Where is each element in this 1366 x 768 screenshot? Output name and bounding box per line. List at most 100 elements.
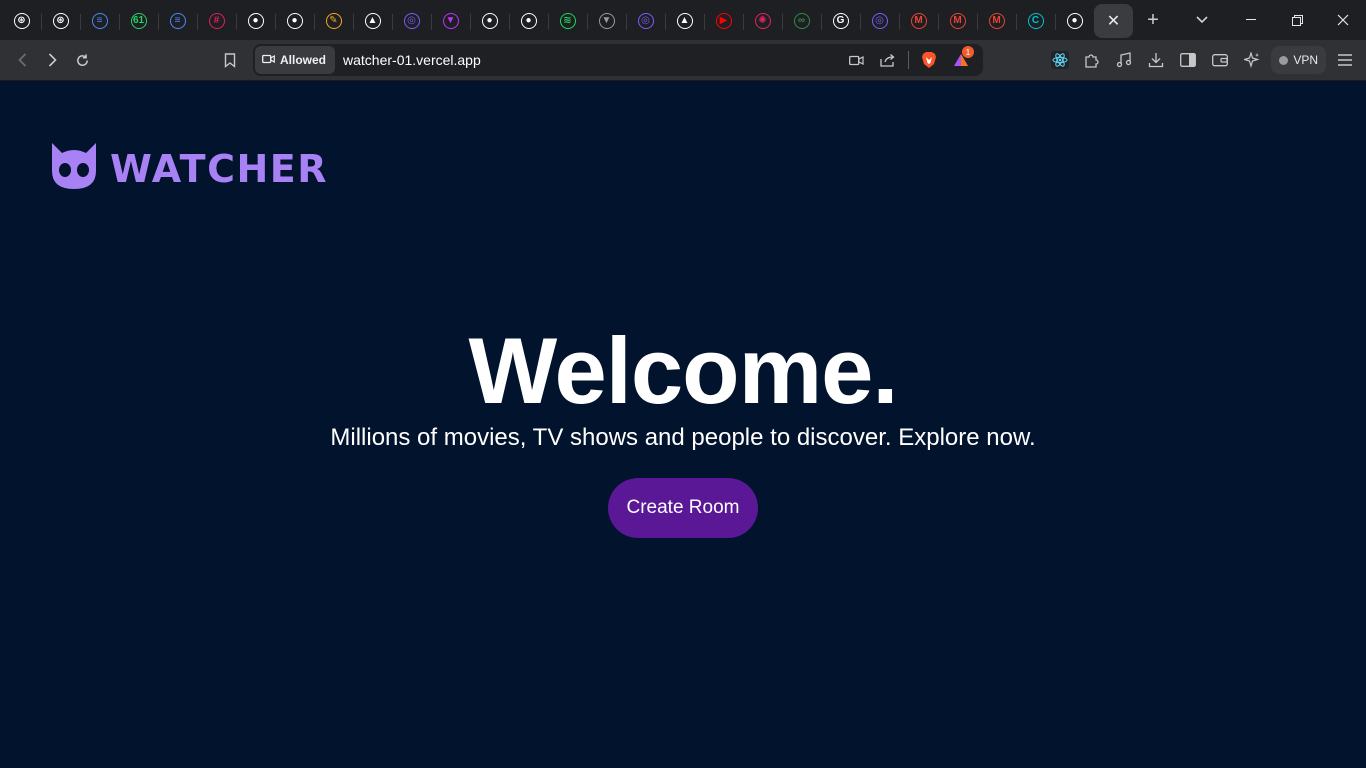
browser-tab[interactable]: ◎: [860, 4, 900, 38]
browser-tab[interactable]: ✎: [314, 4, 354, 38]
close-tab-icon[interactable]: ✕: [1107, 11, 1120, 31]
vite-icon: ▼: [442, 13, 459, 29]
back-button[interactable]: [7, 45, 37, 75]
brand-logo[interactable]: WATCHER: [50, 141, 328, 196]
react-icon: ✺: [754, 13, 771, 29]
browser-tab[interactable]: ●: [236, 4, 276, 38]
leo-ai-sparkle-icon[interactable]: [1237, 45, 1267, 75]
slack-icon: #: [208, 13, 225, 29]
browser-tab[interactable]: ◎: [626, 4, 666, 38]
camera-in-use-icon[interactable]: [842, 46, 870, 74]
browser-tab[interactable]: ●: [1055, 4, 1095, 38]
gmail-icon: M: [910, 13, 927, 29]
camera-icon: [262, 53, 275, 67]
browser-tab[interactable]: ▲: [665, 4, 705, 38]
browser-tab[interactable]: ●: [470, 4, 510, 38]
browser-tab[interactable]: ✺: [743, 4, 783, 38]
sidebar-toggle-icon[interactable]: [1173, 45, 1203, 75]
vercel-icon: ▲: [676, 13, 693, 29]
github-icon: ●: [520, 13, 537, 29]
github-icon: ●: [286, 13, 303, 29]
app-icon: ◎: [871, 13, 888, 29]
browser-tab[interactable]: ◎: [392, 4, 432, 38]
browser-tab[interactable]: ∞: [782, 4, 822, 38]
docs-icon: ≡: [91, 13, 108, 29]
gmail-icon: M: [988, 13, 1005, 29]
vpn-button[interactable]: VPN: [1271, 46, 1326, 74]
google-icon: G: [832, 13, 849, 29]
hero-subtitle: Millions of movies, TV shows and people …: [330, 424, 1036, 451]
browser-tab[interactable]: ▲: [353, 4, 393, 38]
browser-tab[interactable]: M: [899, 4, 939, 38]
browser-tab[interactable]: #: [197, 4, 237, 38]
hero-section: Welcome. Millions of movies, TV shows an…: [0, 321, 1366, 452]
download-icon[interactable]: [1141, 45, 1171, 75]
spotify-icon: ≋: [559, 13, 576, 29]
restore-button[interactable]: [1274, 0, 1320, 40]
browser-tab[interactable]: ≡: [158, 4, 198, 38]
toolbar-right: VPN: [1045, 40, 1360, 80]
browser-tab[interactable]: ⊛: [2, 4, 42, 38]
forward-button[interactable]: [37, 45, 67, 75]
url-text[interactable]: watcher-01.vercel.app: [343, 52, 481, 68]
vpn-label: VPN: [1293, 53, 1318, 67]
browser-tab[interactable]: ⊛: [41, 4, 81, 38]
vercel-icon: ▲: [364, 13, 381, 29]
vite-icon: ▼: [598, 13, 615, 29]
github-icon: ●: [247, 13, 264, 29]
browser-tab[interactable]: ▶: [704, 4, 744, 38]
separator: [908, 51, 909, 69]
brand-name: WATCHER: [110, 146, 328, 191]
openai-icon: ⊛: [52, 13, 69, 29]
vpn-status-dot: [1279, 55, 1289, 65]
share-icon[interactable]: [874, 46, 902, 74]
openai-icon: ⊛: [13, 13, 30, 29]
brave-rewards-icon[interactable]: 1: [947, 46, 975, 74]
browser-tab[interactable]: ●: [275, 4, 315, 38]
browser-tab[interactable]: ▼: [587, 4, 627, 38]
canva-icon: C: [1027, 13, 1044, 29]
minimize-button[interactable]: [1228, 0, 1274, 40]
create-room-button[interactable]: Create Room: [608, 478, 758, 538]
bookmark-button[interactable]: [215, 45, 245, 75]
browser-tab[interactable]: M: [938, 4, 978, 38]
app-icon: ◎: [403, 13, 420, 29]
hero-title: Welcome.: [468, 318, 898, 423]
permission-label: Allowed: [280, 53, 327, 67]
whatsapp-icon: 61: [130, 13, 147, 29]
devil-mask-logo-icon: [50, 141, 98, 196]
address-bar[interactable]: Allowed watcher-01.vercel.app 1: [253, 44, 983, 76]
menu-hamburger-icon[interactable]: [1330, 45, 1360, 75]
browser-tab[interactable]: ▼: [431, 4, 471, 38]
browser-tab[interactable]: M: [977, 4, 1017, 38]
rewards-badge: 1: [962, 46, 974, 58]
tab-strip: ⊛ ⊛ ≡ 61 ≡ # ● ● ✎ ▲ ◎ ▼ ● ● ≋ ▼ ◎ ▲ ▶ ✺ ∞ G ◎ M M M C ● ✕ +: [0, 0, 1366, 40]
browser-tab[interactable]: 61: [119, 4, 159, 38]
media-music-icon[interactable]: [1109, 45, 1139, 75]
active-browser-tab[interactable]: ✕: [1094, 4, 1133, 38]
close-window-button[interactable]: [1320, 0, 1366, 40]
page-content: WATCHER Welcome. Millions of movies, TV …: [0, 81, 1366, 768]
reload-button[interactable]: [67, 45, 97, 75]
tab-list: ⊛ ⊛ ≡ 61 ≡ # ● ● ✎ ▲ ◎ ▼ ● ● ≋ ▼ ◎ ▲ ▶ ✺ ∞ G ◎ M M M C ● ✕: [0, 0, 1133, 40]
browser-tab[interactable]: C: [1016, 4, 1056, 38]
brave-shields-icon[interactable]: [915, 46, 943, 74]
browser-tab[interactable]: ≋: [548, 4, 588, 38]
tab-search-chevron-icon[interactable]: [1182, 0, 1222, 40]
wallet-icon[interactable]: [1205, 45, 1235, 75]
browser-toolbar: Allowed watcher-01.vercel.app 1 VPN: [0, 40, 1366, 81]
browser-tab[interactable]: ●: [509, 4, 549, 38]
window-controls: [1182, 0, 1366, 40]
browser-tab[interactable]: G: [821, 4, 861, 38]
extensions-puzzle-icon[interactable]: [1077, 45, 1107, 75]
new-tab-button[interactable]: +: [1135, 3, 1171, 37]
pencil-icon: ✎: [325, 13, 342, 29]
browser-tab[interactable]: ≡: [80, 4, 120, 38]
app-icon: ◎: [637, 13, 654, 29]
geeksforgeeks-icon: ∞: [793, 13, 810, 29]
github-icon: ●: [1066, 13, 1083, 29]
docs-icon: ≡: [169, 13, 186, 29]
github-icon: ●: [481, 13, 498, 29]
camera-permission-chip[interactable]: Allowed: [255, 46, 336, 74]
react-devtools-icon[interactable]: [1045, 45, 1075, 75]
